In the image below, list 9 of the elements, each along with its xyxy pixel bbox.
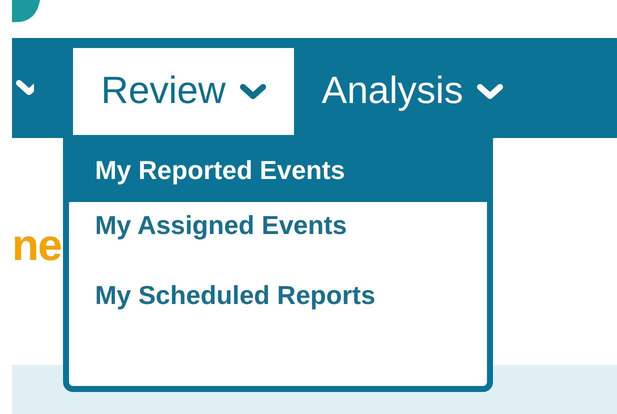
chevron-down-icon <box>240 84 266 100</box>
logo-icon <box>12 0 40 24</box>
page-heading: ne <box>12 224 62 268</box>
menu-item[interactable]: My Scheduled Reports <box>69 278 487 348</box>
menu-item[interactable]: My Assigned Events <box>69 208 487 278</box>
chevron-down-icon <box>477 84 504 100</box>
nav-tab[interactable]: Review <box>73 48 294 135</box>
menu-item[interactable]: My Reported Events <box>69 138 487 202</box>
nav-tab[interactable]: Analysis <box>294 48 532 135</box>
